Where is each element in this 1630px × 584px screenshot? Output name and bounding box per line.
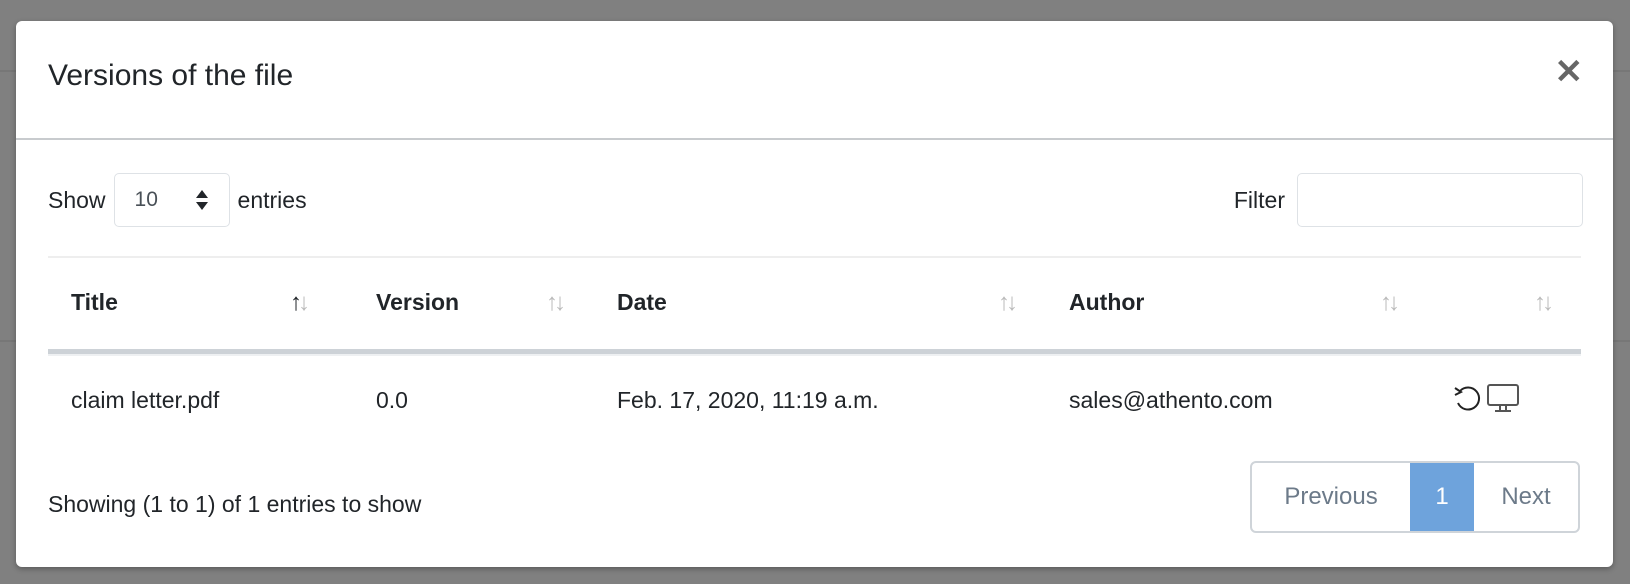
- page-size-control: Show 10 entries: [48, 173, 307, 227]
- filter-label: Filter: [1233, 186, 1285, 213]
- next-button[interactable]: Next: [1474, 463, 1578, 531]
- modal-title: Versions of the file: [48, 59, 294, 92]
- column-header-title[interactable]: Title: [71, 289, 118, 316]
- cell-date: Feb. 17, 2020, 11:19 a.m.: [617, 387, 879, 413]
- sort-icon[interactable]: ↑↓: [1534, 289, 1554, 317]
- cell-author: sales@athento.com: [1069, 387, 1273, 413]
- page-size-value: 10: [134, 188, 158, 211]
- sort-icon[interactable]: ↑↓: [998, 289, 1018, 317]
- monitor-icon[interactable]: [1486, 383, 1520, 413]
- entries-label: entries: [237, 186, 307, 213]
- sort-icon[interactable]: ↑↓: [1380, 289, 1400, 317]
- versions-modal: Versions of the file ✕ Show 10 entries F…: [16, 21, 1613, 567]
- page-1-button[interactable]: 1: [1410, 463, 1474, 531]
- filter-input[interactable]: [1297, 173, 1583, 227]
- divider: [48, 256, 1581, 258]
- restore-icon[interactable]: [1452, 383, 1482, 413]
- table-info: Showing (1 to 1) of 1 entries to show: [48, 491, 422, 517]
- sort-icon[interactable]: ↑↓: [546, 289, 566, 317]
- column-header-version[interactable]: Version: [376, 289, 459, 316]
- column-header-author[interactable]: Author: [1069, 289, 1144, 316]
- filter-control: Filter: [1234, 173, 1583, 227]
- sort-asc-icon[interactable]: ↑↓: [290, 289, 310, 317]
- show-label: Show: [48, 186, 106, 213]
- previous-button[interactable]: Previous: [1252, 463, 1410, 531]
- cell-version: 0.0: [376, 387, 408, 413]
- close-icon[interactable]: ✕: [1555, 55, 1584, 89]
- page-size-select[interactable]: 10: [113, 173, 230, 227]
- cell-title: claim letter.pdf: [71, 387, 220, 413]
- column-header-date[interactable]: Date: [617, 289, 667, 316]
- pagination: Previous 1 Next: [1250, 461, 1580, 533]
- select-arrows-icon: [195, 190, 208, 210]
- modal-header: Versions of the file ✕: [16, 21, 1613, 140]
- table-header-border: [48, 349, 1581, 356]
